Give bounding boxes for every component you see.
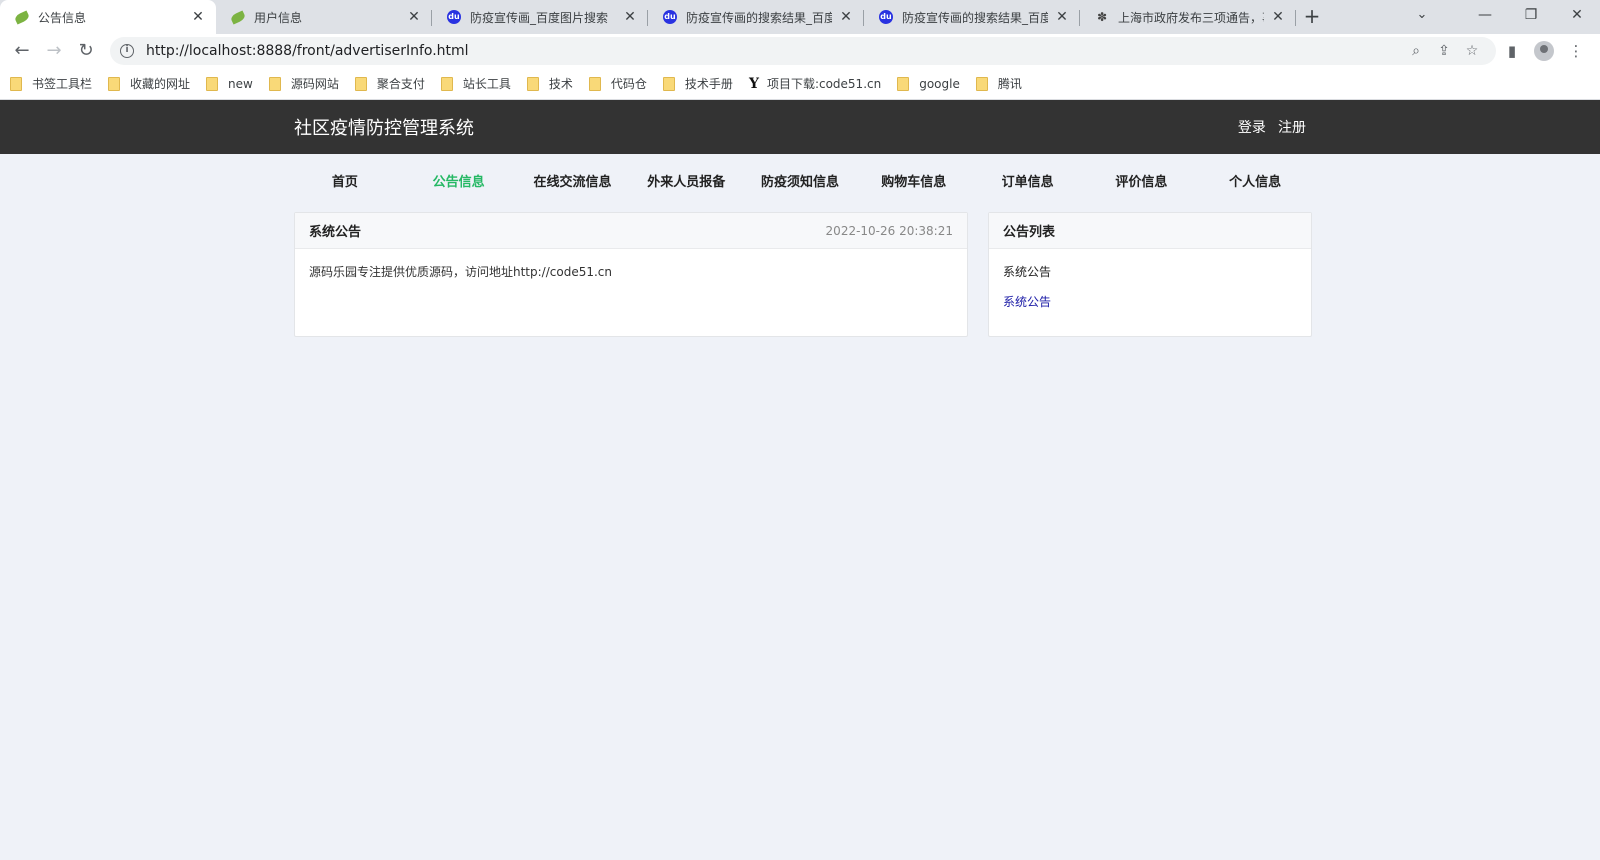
- close-window-icon[interactable]: ✕: [1554, 0, 1600, 34]
- close-icon[interactable]: ✕: [838, 9, 854, 25]
- tab-title: 上海市政府发布三项通告，事: [1118, 10, 1264, 25]
- folder-icon: [354, 76, 367, 91]
- login-link[interactable]: 登录: [1238, 120, 1266, 136]
- gov-emblem-icon: ✽: [1096, 10, 1108, 24]
- notice-list-title: 公告列表: [1003, 225, 1056, 240]
- star-icon[interactable]: ☆: [1458, 43, 1486, 59]
- tab-title: 公告信息: [38, 10, 87, 25]
- browser-tabstrip: 公告信息 ✕ 用户信息 ✕ du 防疫宣传画_百度图片搜索 ✕ du 防疫宣传画…: [0, 0, 1600, 34]
- notice-list-header: 公告列表: [989, 213, 1311, 249]
- profile-avatar[interactable]: [1534, 41, 1554, 61]
- folder-icon: [975, 76, 988, 91]
- bookmark-item[interactable]: 代码仓: [588, 75, 647, 92]
- browser-tab[interactable]: ✽ 上海市政府发布三项通告，事 ✕: [1080, 0, 1296, 34]
- notice-detail-card: 系统公告 2022-10-26 20:38:21 源码乐园专注提供优质源码，访问…: [294, 212, 968, 337]
- notice-list: 系统公告 系统公告: [989, 249, 1311, 336]
- folder-icon: [526, 76, 539, 91]
- tab-title: 防疫宣传画的搜索结果_百度图: [902, 10, 1048, 25]
- leaf-icon: [13, 9, 31, 25]
- bookmark-item[interactable]: 收藏的网址: [108, 75, 190, 92]
- bookmark-item[interactable]: Y 项目下载:code51.cn: [749, 75, 881, 92]
- notice-list-card: 公告列表 系统公告 系统公告: [988, 212, 1312, 337]
- folder-icon: [108, 76, 121, 91]
- site-info-icon[interactable]: i: [120, 44, 134, 58]
- folder-icon: [897, 76, 910, 91]
- nav-item-visitor-report[interactable]: 外来人员报备: [629, 171, 743, 190]
- baidu-paw-icon: du: [878, 9, 894, 25]
- tab-title: 防疫宣传画_百度图片搜索: [470, 10, 609, 25]
- browser-tab[interactable]: 用户信息 ✕: [216, 0, 432, 34]
- close-icon[interactable]: ✕: [406, 9, 422, 25]
- reload-icon[interactable]: ↻: [72, 37, 100, 65]
- window-controls: — ❐ ✕: [1462, 0, 1600, 34]
- nav-item-prevention-guide[interactable]: 防疫须知信息: [743, 171, 857, 190]
- notice-date: 2022-10-26 20:38:21: [825, 223, 953, 238]
- list-item[interactable]: 系统公告: [1003, 263, 1297, 280]
- nav-item-cart[interactable]: 购物车信息: [857, 171, 971, 190]
- nav-item-orders[interactable]: 订单信息: [971, 171, 1085, 190]
- nav-item-reviews[interactable]: 评价信息: [1084, 171, 1198, 190]
- browser-toolbar: ← → ↻ i http://localhost:8888/front/adve…: [0, 34, 1600, 68]
- site-header: 社区疫情防控管理系统 登录 注册: [0, 100, 1600, 154]
- nav-item-profile[interactable]: 个人信息: [1198, 171, 1312, 190]
- bookmark-item[interactable]: 聚合支付: [354, 75, 425, 92]
- tab-search-icon[interactable]: ⌄: [1404, 0, 1440, 34]
- auth-links: 登录 注册: [1230, 117, 1306, 137]
- bookmark-item[interactable]: 技术: [526, 75, 573, 92]
- bookmark-item[interactable]: google: [897, 76, 960, 91]
- new-tab-button[interactable]: +: [1296, 0, 1328, 34]
- restore-icon[interactable]: ❐: [1508, 0, 1554, 34]
- menu-icon[interactable]: ⋮: [1560, 37, 1592, 65]
- close-icon[interactable]: ✕: [1054, 9, 1070, 25]
- leaf-icon: [229, 9, 247, 25]
- address-bar[interactable]: i http://localhost:8888/front/advertiser…: [110, 37, 1496, 65]
- folder-icon: [662, 76, 675, 91]
- main-nav: 首页 公告信息 在线交流信息 外来人员报备 防疫须知信息 购物车信息 订单信息 …: [288, 154, 1312, 206]
- nav-item-online-chat[interactable]: 在线交流信息: [516, 171, 630, 190]
- browser-tab[interactable]: du 防疫宣传画_百度图片搜索 ✕: [432, 0, 648, 34]
- bookmark-item[interactable]: new: [206, 76, 253, 91]
- browser-tab[interactable]: 公告信息 ✕: [0, 0, 216, 34]
- close-icon[interactable]: ✕: [190, 9, 206, 25]
- tab-title: 用户信息: [254, 10, 303, 25]
- baidu-paw-icon: du: [662, 9, 678, 25]
- zoom-icon[interactable]: ⌕: [1402, 43, 1430, 59]
- notice-detail-header: 系统公告 2022-10-26 20:38:21: [295, 213, 967, 249]
- y-logo-icon: Y: [748, 75, 759, 92]
- bookmark-item[interactable]: 书签工具栏: [10, 75, 92, 92]
- bookmark-item[interactable]: 腾讯: [975, 75, 1022, 92]
- site-title: 社区疫情防控管理系统: [294, 118, 474, 139]
- bookmark-item[interactable]: 源码网站: [268, 75, 339, 92]
- notice-title: 系统公告: [309, 225, 362, 240]
- back-icon[interactable]: ←: [8, 37, 36, 65]
- close-icon[interactable]: ✕: [622, 9, 638, 25]
- nav-item-notices[interactable]: 公告信息: [402, 171, 516, 190]
- minimize-icon[interactable]: —: [1462, 0, 1508, 34]
- folder-icon: [10, 76, 22, 91]
- bookmarks-bar: 书签工具栏 收藏的网址 new 源码网站 聚合支付 站长工具 技术 代码仓 技术…: [0, 68, 1600, 100]
- folder-icon: [206, 76, 219, 91]
- tab-title: 防疫宣传画的搜索结果_百度图: [686, 10, 832, 25]
- close-icon[interactable]: ✕: [1270, 9, 1286, 25]
- url-text[interactable]: http://localhost:8888/front/advertiserIn…: [146, 43, 1402, 59]
- bookmark-item[interactable]: 站长工具: [440, 75, 511, 92]
- browser-tab[interactable]: du 防疫宣传画的搜索结果_百度图 ✕: [864, 0, 1080, 34]
- baidu-paw-icon: du: [446, 9, 462, 25]
- register-link[interactable]: 注册: [1278, 120, 1306, 136]
- notice-body: 源码乐园专注提供优质源码，访问地址http://code51.cn: [309, 265, 612, 279]
- share-icon[interactable]: ⇪: [1430, 43, 1458, 59]
- nav-item-home[interactable]: 首页: [288, 171, 402, 190]
- folder-icon: [588, 76, 601, 91]
- bookmark-item[interactable]: 技术手册: [662, 75, 733, 92]
- list-item[interactable]: 系统公告: [1003, 293, 1297, 310]
- side-panel-icon[interactable]: ▮: [1496, 37, 1528, 65]
- folder-icon: [440, 76, 453, 91]
- forward-icon[interactable]: →: [40, 37, 68, 65]
- browser-tab[interactable]: du 防疫宣传画的搜索结果_百度图 ✕: [648, 0, 864, 34]
- main-content: 系统公告 2022-10-26 20:38:21 源码乐园专注提供优质源码，访问…: [288, 212, 1312, 337]
- folder-icon: [268, 76, 281, 91]
